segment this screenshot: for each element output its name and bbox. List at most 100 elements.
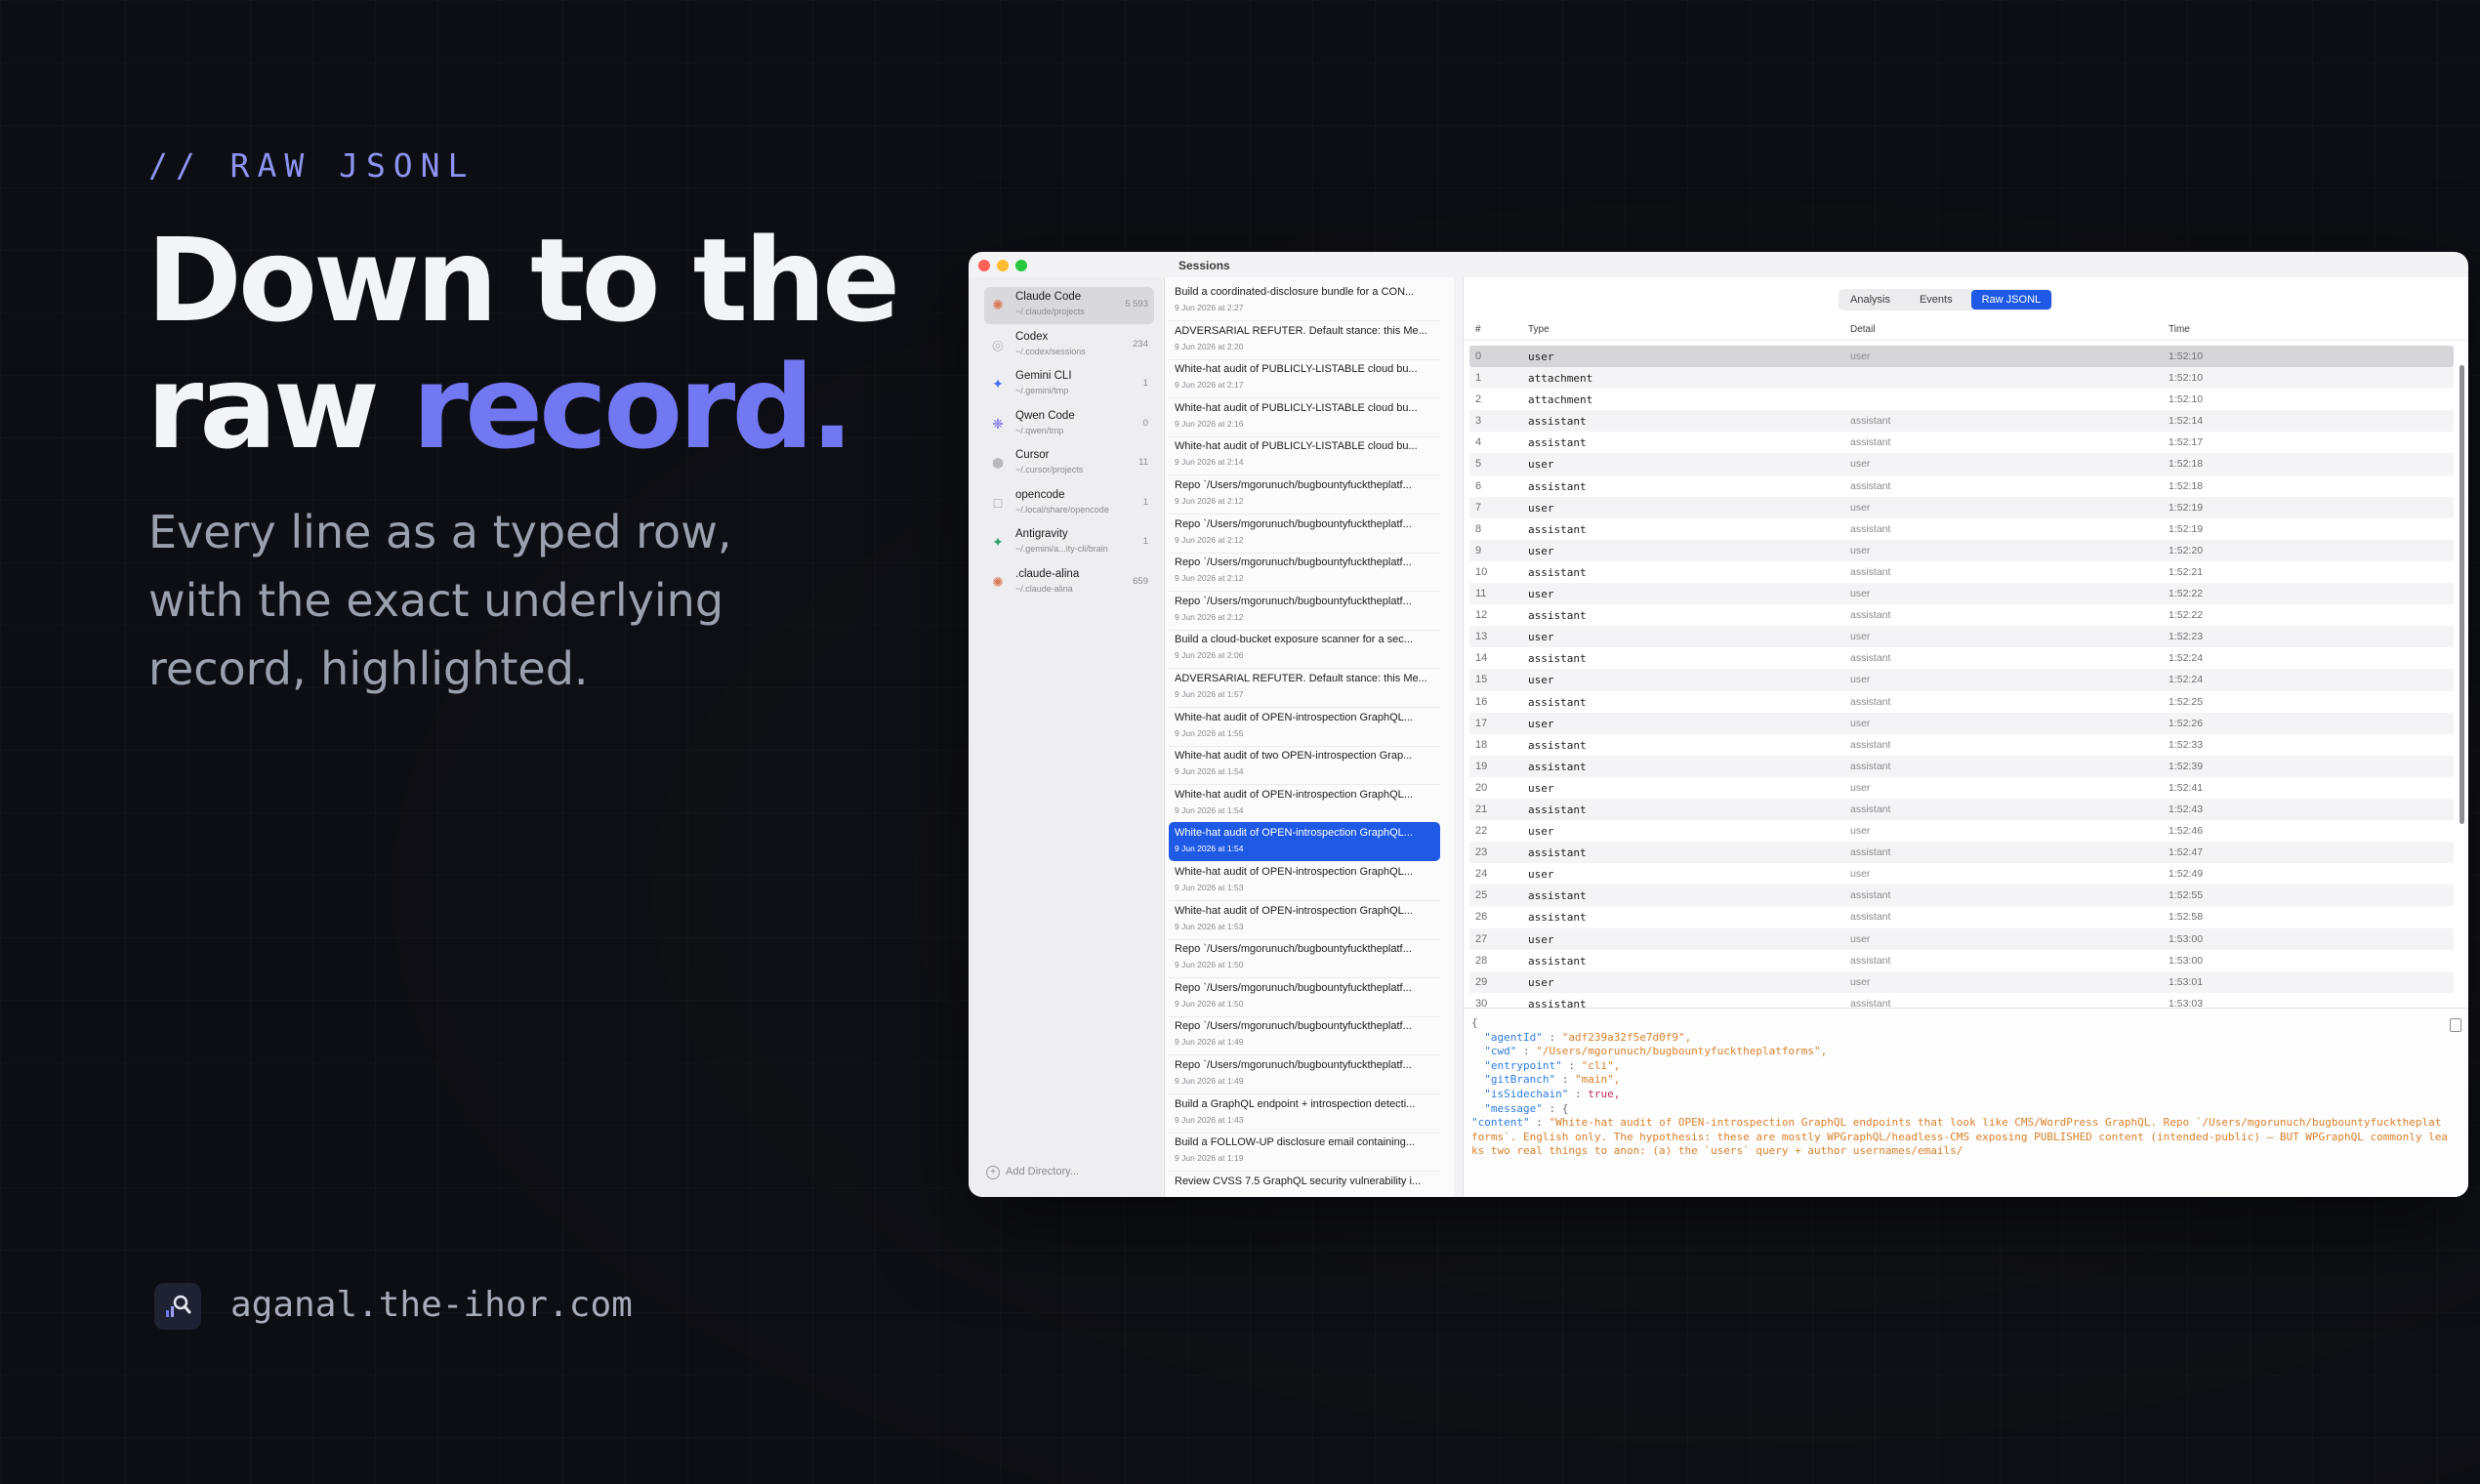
row-time: 1:52:22 — [2169, 609, 2204, 622]
session-item[interactable]: White-hat audit of OPEN-introspection Gr… — [1169, 822, 1440, 862]
session-item[interactable]: Build a coordinated-disclosure bundle fo… — [1169, 281, 1440, 321]
row-time: 1:52:19 — [2169, 501, 2204, 514]
table-row[interactable]: 20 user user 1:52:41 — [1469, 777, 2454, 799]
row-time: 1:52:41 — [2169, 781, 2204, 794]
tab-analysis[interactable]: Analysis — [1839, 290, 1901, 309]
session-item[interactable]: White-hat audit of PUBLICLY-LISTABLE clo… — [1169, 397, 1440, 437]
source-item[interactable]: ✦ Antigravity ~/.gemini/a...ity-cli/brain 1 — [984, 524, 1154, 561]
session-date: 9 Jun 2026 at 2:16 — [1175, 418, 1244, 429]
zoom-window-button[interactable] — [1015, 260, 1027, 271]
table-row[interactable]: 6 assistant assistant 1:52:18 — [1469, 475, 2454, 497]
row-index: 16 — [1475, 695, 1488, 708]
row-detail: assistant — [1850, 803, 1891, 815]
source-name: .claude-alina — [1015, 567, 1080, 580]
table-row[interactable]: 3 assistant assistant 1:52:14 — [1469, 410, 2454, 433]
session-date: 9 Jun 2026 at 1:49 — [1175, 1076, 1244, 1086]
source-item[interactable]: ❈ Qwen Code ~/.qwen/tmp 0 — [984, 406, 1154, 443]
row-type: user — [1528, 458, 1554, 472]
session-date: 9 Jun 2026 at 1:55 — [1175, 727, 1244, 738]
session-title: White-hat audit of OPEN-introspection Gr… — [1175, 866, 1413, 878]
row-detail: assistant — [1850, 954, 1891, 967]
session-item[interactable]: Repo `/Users/mgorunuch/bugbountyfuckthep… — [1169, 552, 1440, 593]
table-row[interactable]: 10 assistant assistant 1:52:21 — [1469, 561, 2454, 583]
table-row[interactable]: 16 assistant assistant 1:52:25 — [1469, 691, 2454, 713]
close-window-button[interactable] — [978, 260, 990, 271]
session-date: 9 Jun 2026 at 2:12 — [1175, 496, 1244, 506]
table-row[interactable]: 17 user user 1:52:26 — [1469, 712, 2454, 734]
session-item[interactable]: Repo `/Users/mgorunuch/bugbountyfuckthep… — [1169, 1015, 1440, 1056]
source-item[interactable]: ✦ Gemini CLI ~/.gemini/tmp 1 — [984, 366, 1154, 403]
table-row[interactable]: 26 assistant assistant 1:52:58 — [1469, 906, 2454, 928]
table-row[interactable]: 4 assistant assistant 1:52:17 — [1469, 432, 2454, 453]
session-item[interactable]: Build a FOLLOW-UP disclosure email conta… — [1169, 1132, 1440, 1173]
rows-scrollbar[interactable] — [2459, 365, 2464, 824]
table-row[interactable]: 22 user user 1:52:46 — [1469, 820, 2454, 842]
table-row[interactable]: 12 assistant assistant 1:52:22 — [1469, 604, 2454, 626]
session-item[interactable]: White-hat audit of PUBLICLY-LISTABLE clo… — [1169, 358, 1440, 399]
table-row[interactable]: 13 user user 1:52:23 — [1469, 626, 2454, 648]
session-title: Build a GraphQL endpoint + introspection… — [1175, 1097, 1416, 1110]
col-header-time[interactable]: Time — [2169, 324, 2190, 335]
col-header-index[interactable]: # — [1475, 324, 1481, 335]
row-detail: assistant — [1850, 760, 1891, 772]
table-row[interactable]: 5 user user 1:52:18 — [1469, 453, 2454, 475]
source-item[interactable]: □ opencode ~/.local/share/opencode 1 — [984, 485, 1154, 522]
session-item[interactable]: Repo `/Users/mgorunuch/bugbountyfuckthep… — [1169, 591, 1440, 631]
table-row[interactable]: 14 assistant assistant 1:52:24 — [1469, 647, 2454, 669]
table-row[interactable]: 0 user user 1:52:10 — [1469, 346, 2454, 368]
session-item[interactable]: ADVERSARIAL REFUTER. Default stance: thi… — [1169, 320, 1440, 360]
table-row[interactable]: 9 user user 1:52:20 — [1469, 539, 2454, 561]
table-row[interactable]: 18 assistant assistant 1:52:33 — [1469, 734, 2454, 756]
row-type: user — [1528, 717, 1554, 730]
table-row[interactable]: 27 user user 1:53:00 — [1469, 928, 2454, 950]
col-header-detail[interactable]: Detail — [1850, 324, 1876, 335]
session-item[interactable]: White-hat audit of two OPEN-introspectio… — [1169, 745, 1440, 786]
table-row[interactable]: 19 assistant assistant 1:52:39 — [1469, 755, 2454, 777]
row-detail: assistant — [1850, 652, 1891, 665]
tab-raw-jsonl[interactable]: Raw JSONL — [1970, 290, 2052, 309]
table-row[interactable]: 8 assistant assistant 1:52:19 — [1469, 518, 2454, 540]
table-row[interactable]: 7 user user 1:52:19 — [1469, 496, 2454, 518]
copy-icon[interactable] — [2450, 1018, 2461, 1032]
session-item[interactable]: Build a GraphQL endpoint + introspection… — [1169, 1093, 1440, 1134]
session-item[interactable]: White-hat audit of PUBLICLY-LISTABLE clo… — [1169, 435, 1440, 476]
table-row[interactable]: 15 user user 1:52:24 — [1469, 669, 2454, 691]
session-date: 9 Jun 2026 at 1:49 — [1175, 1037, 1244, 1048]
table-row[interactable]: 23 assistant assistant 1:52:47 — [1469, 842, 2454, 864]
session-item[interactable]: White-hat audit of OPEN-introspection Gr… — [1169, 900, 1440, 940]
session-item[interactable]: Repo `/Users/mgorunuch/bugbountyfuckthep… — [1169, 1054, 1440, 1094]
table-row[interactable]: 24 user user 1:52:49 — [1469, 863, 2454, 885]
add-directory-label: Add Directory... — [1006, 1166, 1079, 1177]
tab-events[interactable]: Events — [1909, 290, 1963, 309]
session-item[interactable]: ADVERSARIAL REFUTER. Default stance: thi… — [1169, 668, 1440, 708]
session-item[interactable]: Repo `/Users/mgorunuch/bugbountyfuckthep… — [1169, 474, 1440, 515]
source-item[interactable]: ◎ Codex ~/.codex/sessions 234 — [984, 327, 1154, 364]
session-item[interactable]: Build a cloud-bucket exposure scanner fo… — [1169, 629, 1440, 670]
table-row[interactable]: 1 attachment 1:52:10 — [1469, 367, 2454, 390]
session-item[interactable]: Repo `/Users/mgorunuch/bugbountyfuckthep… — [1169, 938, 1440, 979]
session-item[interactable]: White-hat audit of OPEN-introspection Gr… — [1169, 784, 1440, 824]
table-row[interactable]: 11 user user 1:52:22 — [1469, 583, 2454, 605]
session-item[interactable]: Repo `/Users/mgorunuch/bugbountyfuckthep… — [1169, 977, 1440, 1017]
table-row[interactable]: 25 assistant assistant 1:52:55 — [1469, 885, 2454, 907]
table-row[interactable]: 21 assistant assistant 1:52:43 — [1469, 798, 2454, 821]
session-item[interactable]: White-hat audit of OPEN-introspection Gr… — [1169, 707, 1440, 747]
row-time: 1:52:10 — [2169, 393, 2204, 406]
footer-url[interactable]: aganal.the-ihor.com — [230, 1285, 633, 1325]
source-item[interactable]: ⬢ Cursor ~/.cursor/projects 11 — [984, 445, 1154, 482]
session-title: Repo `/Users/mgorunuch/bugbountyfuckthep… — [1175, 981, 1412, 994]
table-row[interactable]: 28 assistant assistant 1:53:00 — [1469, 950, 2454, 971]
session-item[interactable]: Repo `/Users/mgorunuch/bugbountyfuckthep… — [1169, 514, 1440, 554]
session-item[interactable]: White-hat audit of OPEN-introspection Gr… — [1169, 861, 1440, 901]
col-header-type[interactable]: Type — [1528, 324, 1550, 335]
session-item[interactable]: Review CVSS 7.5 GraphQL security vulnera… — [1169, 1171, 1440, 1197]
row-time: 1:52:25 — [2169, 695, 2204, 708]
table-row[interactable]: 29 user user 1:53:01 — [1469, 970, 2454, 993]
source-item[interactable]: ✺ Claude Code ~/.claude/projects 5 593 — [984, 287, 1154, 324]
table-row[interactable]: 2 attachment 1:52:10 — [1469, 389, 2454, 410]
add-directory-button[interactable]: + Add Directory... — [986, 1166, 1079, 1179]
claude-spark-icon: ✺ — [992, 573, 1004, 590]
source-item[interactable]: ✺ .claude-alina ~/.claude-alina 659 — [984, 564, 1154, 601]
row-detail: user — [1850, 825, 1871, 838]
minimize-window-button[interactable] — [997, 260, 1009, 271]
